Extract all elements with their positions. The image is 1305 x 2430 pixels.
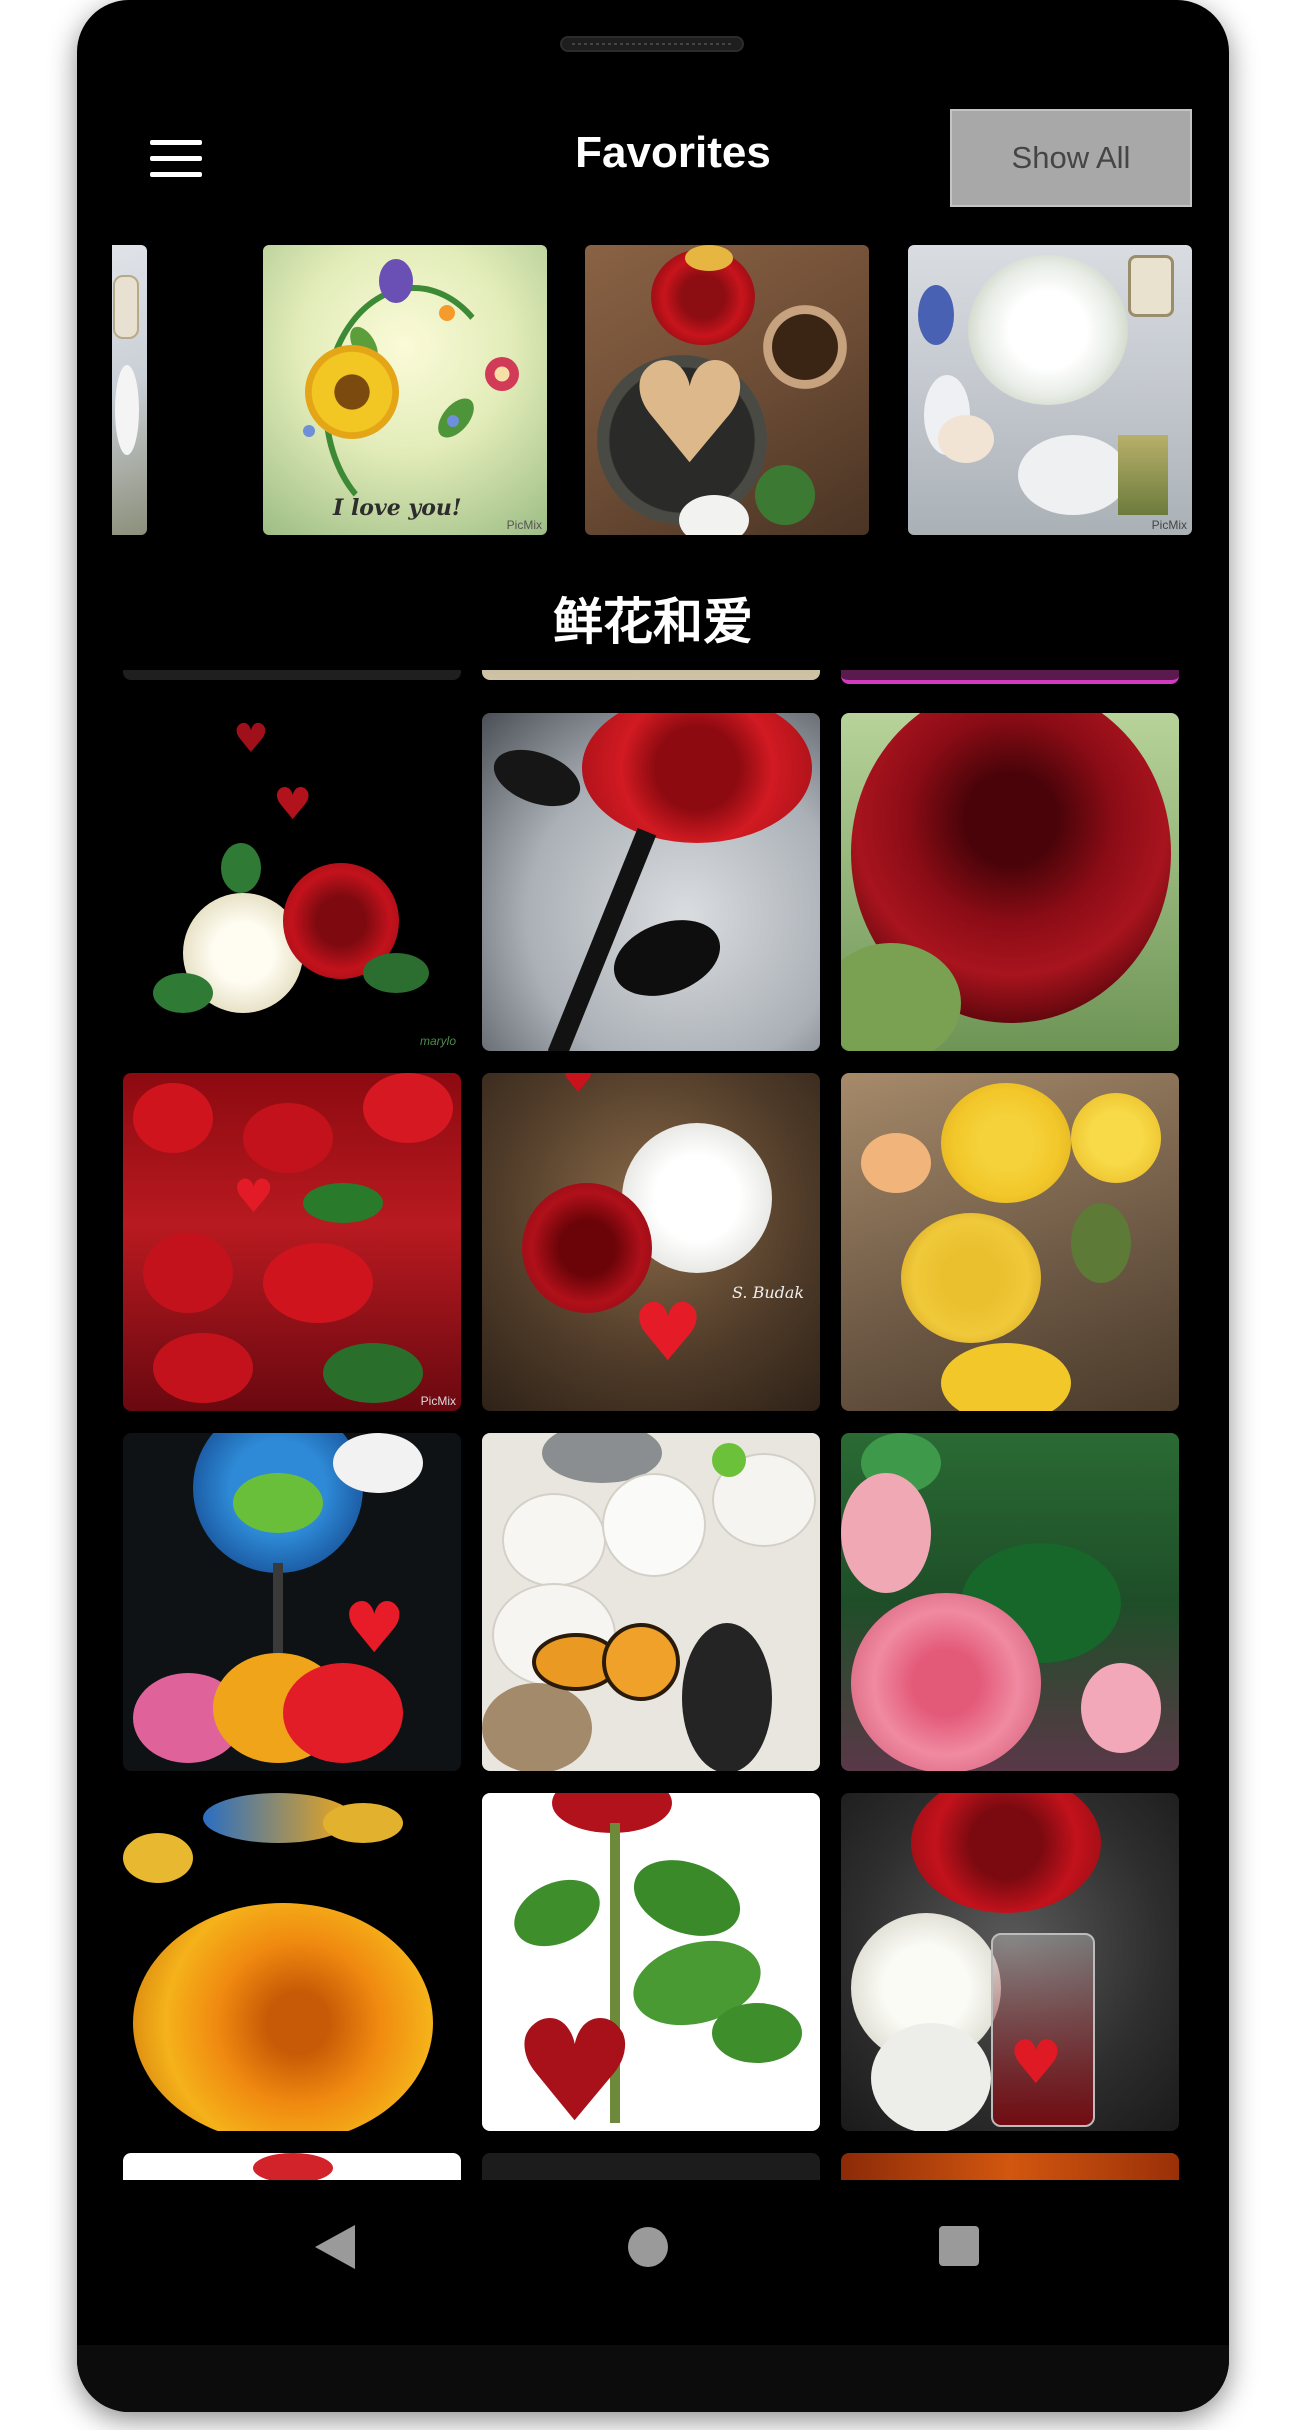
grid-tile-roses-hearts-sparkle[interactable]: ♥ PicMix (123, 1073, 461, 1411)
signature: marylo (419, 1034, 456, 1048)
grid-tile-wine-glass-tulips[interactable]: ♥ (123, 1433, 461, 1771)
signature: S. Budak (732, 1283, 805, 1302)
grid-tile-yellow-roses[interactable] (841, 1073, 1179, 1411)
grid-tile-rose-heart-white[interactable]: ♥ (482, 1793, 820, 2131)
hamburger-menu-icon[interactable] (150, 140, 202, 180)
grid-tile-partial[interactable] (482, 670, 820, 680)
carousel-item-partial-left[interactable] (112, 245, 147, 535)
home-icon[interactable] (628, 2227, 668, 2267)
system-navigation-bar (77, 2170, 1229, 2320)
watermark: PicMix (1151, 518, 1187, 532)
image-grid[interactable]: ♥ ♥ marylo ♥ PicMix ♥ ♥ S. Budak ♥ ♥ ♥ (123, 670, 1183, 2180)
back-icon[interactable] (315, 2225, 355, 2269)
grid-tile-partial[interactable] (123, 670, 461, 680)
phone-frame: Favorites Show All I love you! PicMix ♥ (77, 0, 1229, 2412)
grid-tile-rose-shadow[interactable] (482, 713, 820, 1051)
grid-tile-orange-rose-butterfly[interactable] (123, 1793, 461, 2131)
watermark: PicMix (506, 518, 542, 532)
grid-tile-roses-jar-heart[interactable]: ♥ (841, 1793, 1179, 2131)
page-title: Favorites (575, 128, 771, 177)
grid-tile-dark-red-rose[interactable] (841, 713, 1179, 1051)
show-all-button[interactable]: Show All (950, 109, 1192, 207)
phone-chin (77, 2345, 1229, 2412)
speaker-grille (560, 36, 744, 52)
grid-tile-partial[interactable] (841, 670, 1179, 684)
grid-tile-red-white-roses[interactable]: ♥ ♥ marylo (123, 713, 461, 1051)
favorites-carousel[interactable]: I love you! PicMix ♥ PicMix (112, 245, 1192, 535)
watermark: PicMix (420, 1394, 456, 1408)
carousel-item-coffee-rose[interactable]: ♥ (585, 245, 869, 535)
collection-caption: 鲜花和爱 (553, 593, 753, 651)
grid-tile-red-white-roses-wood[interactable]: ♥ ♥ S. Budak (482, 1073, 820, 1411)
carousel-caption-text: I love you! (333, 495, 462, 521)
grid-tile-butterfly-stones[interactable] (482, 1433, 820, 1771)
carousel-item-white-flowers[interactable]: PicMix (908, 245, 1192, 535)
grid-tile-pink-roses[interactable] (841, 1433, 1179, 1771)
carousel-item-sunflower[interactable]: I love you! PicMix (263, 245, 547, 535)
recents-icon[interactable] (939, 2226, 979, 2266)
